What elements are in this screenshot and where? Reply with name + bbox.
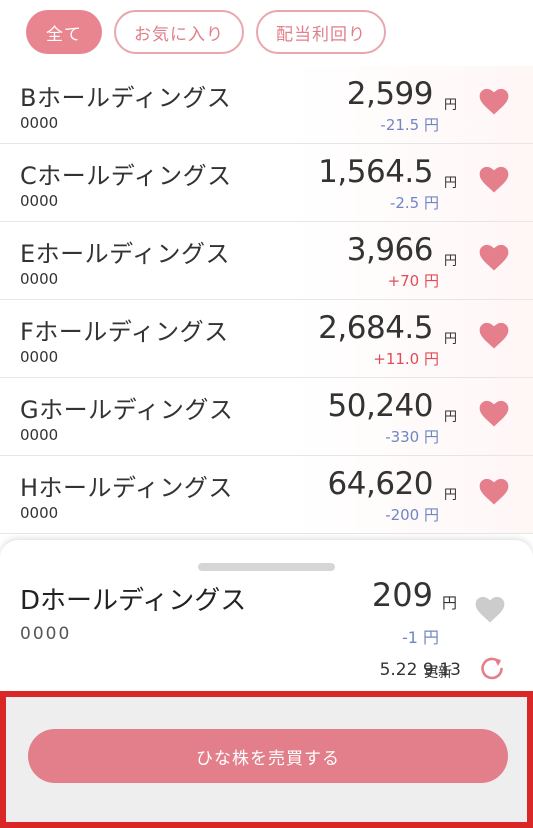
stock-list: Bホールディングス 0000 2,599 円 -21.5 円 Cホールディングス… <box>0 66 533 534</box>
price-unit: 円 <box>444 98 458 113</box>
heart-icon[interactable] <box>479 400 509 428</box>
stock-row[interactable]: Eホールディングス 0000 3,966 円 +70 円 <box>0 222 533 300</box>
stock-price: 50,240 <box>327 388 434 424</box>
stock-name: Cホールディングス <box>20 162 232 190</box>
price-change: +11.0 円 <box>373 350 439 368</box>
price-unit: 円 <box>442 594 458 612</box>
price-change: -200 円 <box>385 506 439 524</box>
refresh-icon[interactable] <box>478 654 506 682</box>
stock-code: 0000 <box>20 504 59 522</box>
stock-code: 0000 <box>20 270 59 288</box>
filter-bar: 全て お気に入り 配当利回り <box>0 0 533 66</box>
heart-icon[interactable] <box>479 478 509 506</box>
trade-button[interactable]: ひな株を売買する <box>28 729 508 783</box>
stock-price: 2,599 <box>346 76 434 112</box>
price-change: -2.5 円 <box>389 194 439 212</box>
stock-price: 2,684.5 <box>318 310 433 346</box>
stock-name: Bホールディングス <box>20 84 232 112</box>
price-unit: 円 <box>444 254 458 269</box>
stock-row[interactable]: Fホールディングス 0000 2,684.5 円 +11.0 円 <box>0 300 533 378</box>
stock-name: Eホールディングス <box>20 240 230 268</box>
price-unit: 円 <box>444 410 458 425</box>
filter-favorites-chip[interactable]: お気に入り <box>114 10 244 54</box>
stock-code: 0000 <box>20 192 59 210</box>
heart-icon[interactable] <box>479 166 509 194</box>
stock-name: Fホールディングス <box>20 318 229 346</box>
filter-all-chip[interactable]: 全て <box>26 10 102 54</box>
filter-dividend-chip[interactable]: 配当利回り <box>256 10 386 54</box>
selected-stock-code: 0000 <box>20 624 72 644</box>
stock-name: Hホールディングス <box>20 474 233 502</box>
stock-code: 0000 <box>20 426 59 444</box>
heart-icon[interactable] <box>479 88 509 116</box>
price-change: -330 円 <box>385 428 439 446</box>
heart-icon[interactable] <box>475 596 505 624</box>
stock-row[interactable]: Cホールディングス 0000 1,564.5 円 -2.5 円 <box>0 144 533 222</box>
selected-stock-sheet: Dホールディングス 0000 209 円 -1 円 5.22 9:13 更新 <box>0 540 533 700</box>
heart-icon[interactable] <box>479 244 509 272</box>
price-unit: 円 <box>444 332 458 347</box>
selected-stock-name: Dホールディングス <box>20 586 247 616</box>
stock-code: 0000 <box>20 114 59 132</box>
stock-row[interactable]: Gホールディングス 0000 50,240 円 -330 円 <box>0 378 533 456</box>
stock-name: Gホールディングス <box>20 396 234 424</box>
sheet-drag-handle[interactable] <box>198 563 335 571</box>
price-change: +70 円 <box>387 272 439 290</box>
updated-label: 更新 <box>424 665 452 681</box>
price-unit: 円 <box>444 488 458 503</box>
stock-row[interactable]: Hホールディングス 0000 64,620 円 -200 円 <box>0 456 533 534</box>
stock-row[interactable]: Bホールディングス 0000 2,599 円 -21.5 円 <box>0 66 533 144</box>
heart-icon[interactable] <box>479 322 509 350</box>
trade-area-highlight: ひな株を売買する <box>0 691 533 828</box>
stock-price: 3,966 <box>346 232 434 268</box>
price-unit: 円 <box>444 176 458 191</box>
stock-price: 64,620 <box>327 466 434 502</box>
selected-price-change: -1 円 <box>401 628 439 647</box>
stock-price: 1,564.5 <box>318 154 433 190</box>
selected-stock-price: 209 <box>371 576 433 614</box>
price-change: -21.5 円 <box>380 116 439 134</box>
stock-code: 0000 <box>20 348 59 366</box>
